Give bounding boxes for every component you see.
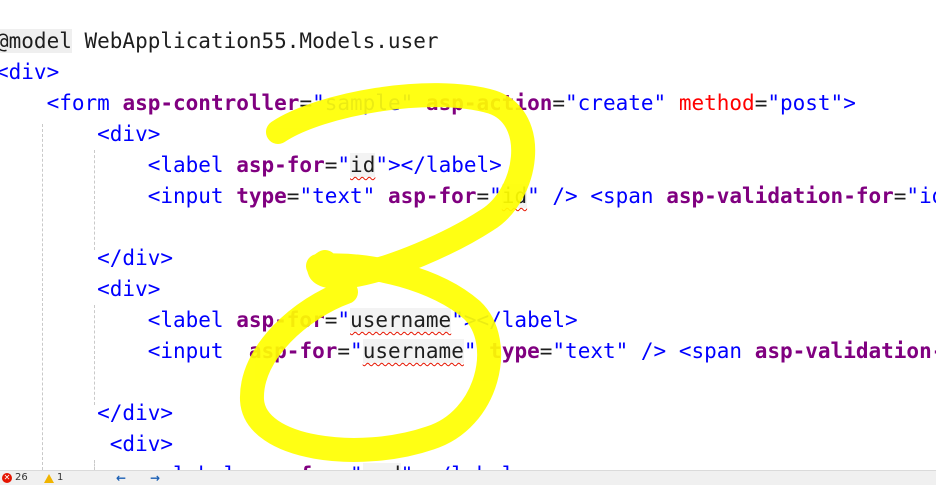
code-editor[interactable]: @model WebApplication55.Models.user <div>… [0, 0, 936, 470]
code-token: </label> [476, 308, 578, 332]
code-token: </div> [0, 246, 174, 270]
code-line[interactable]: <input type="text" asp-for="id" /> <span… [0, 181, 936, 212]
code-token: " [337, 153, 351, 177]
status-bar: ✕ 26 1 ← → [0, 470, 936, 485]
code-token: <label [0, 153, 237, 177]
code-token: <input [0, 184, 237, 208]
code-line[interactable]: <input asp-for="username" type="text" />… [0, 336, 936, 367]
code-token: /> [539, 184, 591, 208]
code-token: <form [0, 91, 123, 115]
code-token: asp-controller [122, 91, 300, 115]
code-token: <div> [0, 277, 161, 301]
code-token: type [236, 184, 287, 208]
code-token: " [350, 463, 363, 470]
code-token: <div> [0, 60, 60, 84]
code-token: <span [678, 339, 755, 363]
code-token: " [527, 184, 540, 208]
code-token: WebApplication55.Models.user [71, 29, 439, 53]
code-token: "> [375, 153, 401, 177]
navigate-back-button[interactable]: ← [116, 472, 126, 484]
error-icon: ✕ [2, 473, 12, 483]
code-token: "sample" [312, 91, 414, 115]
code-token: "text" [552, 339, 629, 363]
code-token: asp-for [248, 339, 338, 363]
code-token: <span [590, 184, 667, 208]
code-token: </label> [426, 463, 527, 470]
code-token: id [501, 184, 528, 208]
warning-count: 1 [57, 472, 64, 483]
code-token: pwd [362, 463, 401, 470]
code-token: asp-for [387, 184, 477, 208]
code-token: <label [0, 308, 237, 332]
code-token: = [337, 339, 351, 363]
code-token: <label [0, 463, 249, 470]
code-token: "> [451, 308, 477, 332]
code-token: asp-for [236, 153, 325, 177]
code-line[interactable]: <div> [0, 57, 59, 88]
code-token: </label> [400, 153, 502, 177]
code-token: /> [628, 339, 679, 363]
code-line[interactable]: <label asp-for="id"></label> [0, 150, 502, 181]
code-line[interactable]: <label asp-for="username"></label> [0, 305, 578, 336]
code-token: username [362, 339, 464, 363]
code-token: id [350, 153, 376, 177]
code-token: type [489, 339, 540, 363]
code-token: "create" [565, 91, 667, 115]
back-arrow-icon: ← [116, 471, 127, 485]
code-line[interactable]: <label asp-for="pwd"></label> [0, 460, 527, 470]
code-token: asp-validation- [754, 339, 936, 363]
code-token: method [678, 91, 755, 115]
code-line[interactable]: <div> [0, 274, 160, 305]
code-token: = [324, 153, 338, 177]
warning-icon [44, 473, 54, 483]
code-token: = [337, 463, 350, 470]
code-token: = [324, 308, 338, 332]
code-token: "text" [299, 184, 376, 208]
navigate-forward-button[interactable]: → [150, 472, 160, 484]
code-line[interactable]: @model WebApplication55.Models.user [0, 26, 439, 57]
code-token: <input [0, 339, 249, 363]
code-token: " [337, 308, 351, 332]
error-indicator[interactable]: ✕ 26 [2, 472, 28, 484]
code-token: username [350, 308, 452, 332]
code-token: = [476, 184, 490, 208]
code-token: "> [401, 463, 426, 470]
code-token: asp-for [236, 308, 325, 332]
code-token: " [489, 184, 502, 208]
code-token: "id [906, 184, 936, 208]
code-token: asp-validation-for [666, 184, 894, 208]
code-token: " [463, 339, 477, 363]
code-token: </div> [0, 401, 174, 425]
code-token: " [350, 339, 363, 363]
code-token: "post" [767, 91, 844, 115]
code-token: = [893, 184, 907, 208]
code-line[interactable]: </div> [0, 398, 173, 429]
code-token: asp-action [425, 91, 553, 115]
code-token: = [552, 91, 566, 115]
code-line[interactable]: <form asp-controller="sample" asp-action… [0, 88, 856, 119]
code-line[interactable]: </div> [0, 243, 173, 274]
error-count: 26 [15, 472, 28, 483]
code-token: = [299, 91, 313, 115]
code-token: = [754, 91, 768, 115]
code-token: asp-for [249, 463, 338, 470]
code-token: = [286, 184, 300, 208]
code-token: > [843, 91, 856, 115]
forward-arrow-icon: → [150, 471, 161, 485]
code-token: <div> [0, 432, 174, 456]
code-line[interactable]: <div> [0, 119, 160, 150]
code-token: = [539, 339, 553, 363]
code-token: <div> [0, 122, 161, 146]
code-line[interactable]: <div> [0, 429, 173, 460]
warning-indicator[interactable]: 1 [44, 472, 63, 484]
code-token: @model [0, 29, 72, 53]
